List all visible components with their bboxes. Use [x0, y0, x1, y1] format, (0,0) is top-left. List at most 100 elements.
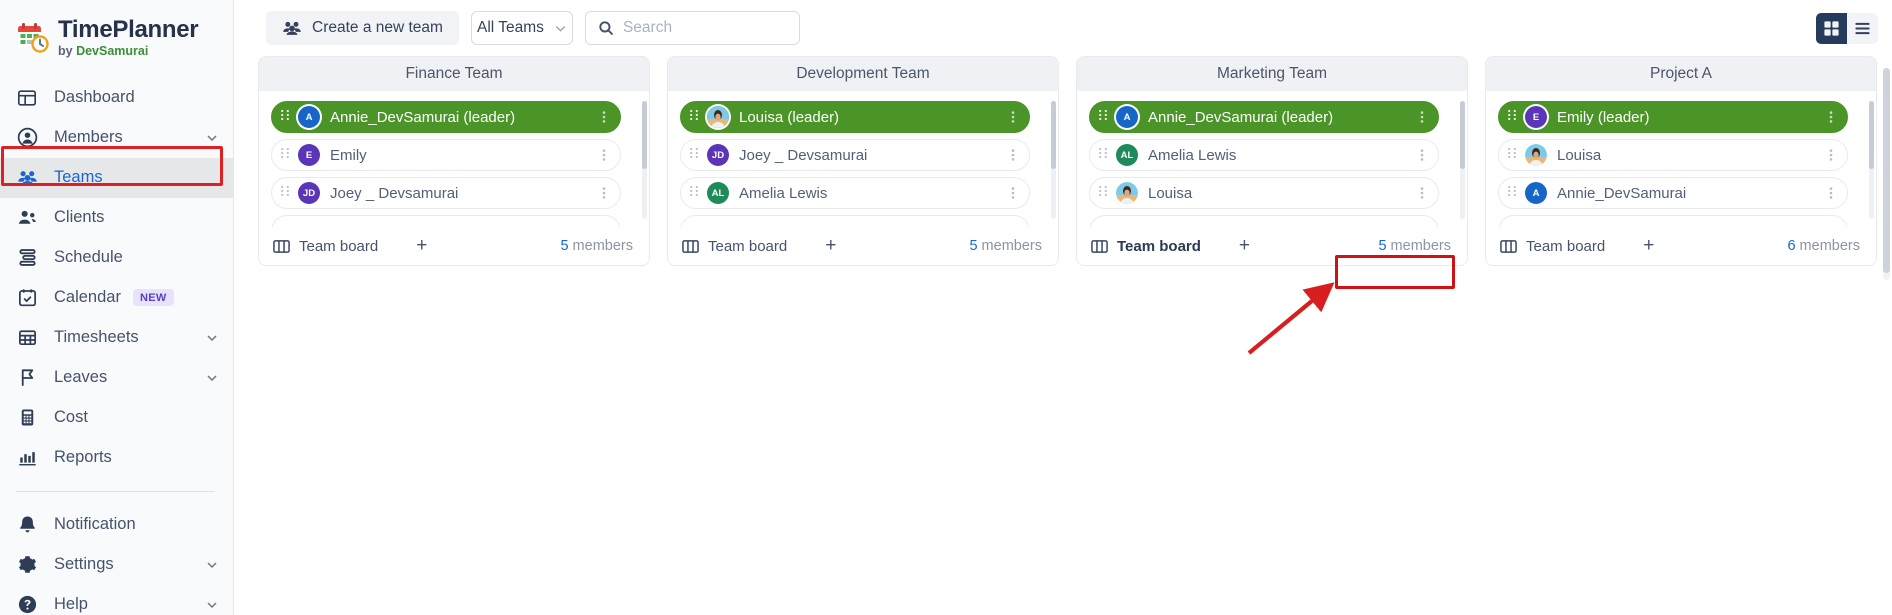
more-options-icon[interactable] [598, 186, 610, 200]
member-list-scrollbar[interactable] [1869, 101, 1874, 219]
team-member-row[interactable] [271, 215, 621, 227]
sidebar-nav: Dashboard Members Teams Clients Schedule… [0, 78, 233, 615]
drag-handle-icon[interactable] [280, 108, 292, 127]
more-options-icon[interactable] [1007, 148, 1019, 162]
sidebar-item-clients[interactable]: Clients [0, 198, 233, 238]
drag-handle-icon[interactable] [280, 184, 292, 203]
more-options-icon[interactable] [1825, 110, 1837, 124]
more-options-icon[interactable] [598, 148, 610, 162]
drag-handle-icon[interactable] [1098, 146, 1110, 165]
more-options-icon[interactable] [1825, 148, 1837, 162]
clients-icon [16, 207, 38, 229]
member-list-scrollbar[interactable] [1460, 101, 1465, 219]
sidebar-item-label: Members [54, 128, 123, 146]
team-board-button[interactable]: Team board [1500, 238, 1605, 255]
more-options-icon[interactable] [1416, 148, 1428, 162]
view-toggle [1816, 12, 1878, 44]
more-options-icon[interactable] [1007, 110, 1019, 124]
dashboard-icon [16, 87, 38, 109]
team-member-row[interactable] [680, 215, 1030, 227]
team-board-button[interactable]: Team board [273, 238, 378, 255]
list-view-icon[interactable] [1847, 12, 1878, 44]
team-member-row[interactable]: E Emily (leader) [1498, 101, 1848, 133]
team-member-row[interactable] [1498, 215, 1848, 227]
pointer-arrow-annotation [1247, 282, 1335, 355]
team-member-row[interactable]: A Annie_DevSamurai (leader) [1089, 101, 1439, 133]
sidebar-item-settings[interactable]: Settings [0, 545, 233, 585]
search-input[interactable] [622, 19, 787, 37]
drag-handle-icon[interactable] [280, 146, 292, 165]
teams-grid-area: Finance Team A Annie_DevSamurai (leader)… [234, 56, 1892, 266]
team-member-row[interactable]: A Annie_DevSamurai [1498, 177, 1848, 209]
create-new-team-button[interactable]: Create a new team [266, 11, 459, 45]
sidebar-item-members[interactable]: Members [0, 118, 233, 158]
sidebar-item-timesheets[interactable]: Timesheets [0, 318, 233, 358]
sidebar: TimePlanner by DevSamurai Dashboard Memb… [0, 0, 234, 615]
sidebar-item-label: Clients [54, 208, 105, 226]
sidebar-item-cost[interactable]: Cost [0, 398, 233, 438]
team-member-list: E Emily (leader) Louisa A Annie_DevSamur… [1486, 91, 1876, 227]
team-card: Project A E Emily (leader) Louisa A Anni… [1485, 56, 1877, 266]
team-member-row[interactable] [1089, 215, 1439, 227]
team-member-row[interactable]: A Annie_DevSamurai (leader) [271, 101, 621, 133]
chevron-down-icon[interactable] [205, 371, 219, 385]
sidebar-item-schedule[interactable]: Schedule [0, 238, 233, 278]
more-options-icon[interactable] [598, 110, 610, 124]
more-options-icon[interactable] [1416, 186, 1428, 200]
team-board-label: Team board [1117, 237, 1201, 255]
add-member-button[interactable]: + [825, 236, 836, 257]
team-filter-select[interactable]: All Teams [470, 11, 573, 45]
team-member-row[interactable]: JD Joey _ Devsamurai [680, 139, 1030, 171]
help-circle-icon [16, 594, 38, 615]
drag-handle-icon[interactable] [689, 146, 701, 165]
more-options-icon[interactable] [1416, 110, 1428, 124]
sidebar-item-label: Settings [54, 555, 114, 573]
add-member-button[interactable]: + [1643, 236, 1654, 257]
drag-handle-icon[interactable] [1098, 184, 1110, 203]
team-member-row[interactable]: JD Joey _ Devsamurai [271, 177, 621, 209]
search-box[interactable] [584, 11, 800, 45]
sidebar-item-leaves[interactable]: Leaves [0, 358, 233, 398]
board-icon [273, 238, 290, 255]
sidebar-item-dashboard[interactable]: Dashboard [0, 78, 233, 118]
drag-handle-icon[interactable] [689, 108, 701, 127]
teams-icon [16, 167, 38, 189]
drag-handle-icon[interactable] [1098, 108, 1110, 127]
add-member-button[interactable]: + [416, 236, 427, 257]
member-list-scrollbar[interactable] [642, 101, 647, 219]
team-member-row[interactable]: AL Amelia Lewis [680, 177, 1030, 209]
team-member-row[interactable]: AL Amelia Lewis [1089, 139, 1439, 171]
sidebar-item-calendar[interactable]: Calendar NEW [0, 278, 233, 318]
drag-handle-icon[interactable] [1507, 184, 1519, 203]
bell-icon [16, 514, 38, 536]
drag-handle-icon[interactable] [689, 184, 701, 203]
grid-view-icon[interactable] [1816, 12, 1847, 44]
avatar: JD [298, 182, 320, 204]
team-card-title: Project A [1486, 57, 1876, 91]
sidebar-item-reports[interactable]: Reports [0, 438, 233, 478]
sidebar-item-teams[interactable]: Teams [0, 157, 233, 198]
drag-handle-icon[interactable] [1507, 146, 1519, 165]
more-options-icon[interactable] [1825, 186, 1837, 200]
team-board-button[interactable]: Team board [682, 238, 787, 255]
chevron-down-icon[interactable] [205, 558, 219, 572]
chevron-down-icon[interactable] [205, 598, 219, 612]
chevron-down-icon [554, 22, 567, 35]
sidebar-item-label: Reports [54, 448, 112, 466]
chevron-down-icon[interactable] [205, 131, 219, 145]
brand-subtitle: by DevSamurai [58, 44, 149, 58]
member-list-scrollbar[interactable] [1051, 101, 1056, 219]
page-scrollbar[interactable] [1883, 68, 1890, 280]
team-member-row[interactable]: E Emily [271, 139, 621, 171]
team-member-row[interactable]: Louisa [1089, 177, 1439, 209]
more-options-icon[interactable] [1007, 186, 1019, 200]
add-member-button[interactable]: + [1239, 236, 1250, 257]
sidebar-item-help[interactable]: Help [0, 585, 233, 615]
sidebar-item-label: Schedule [54, 248, 123, 266]
sidebar-item-notification[interactable]: Notification [0, 505, 233, 545]
team-board-button[interactable]: Team board [1091, 238, 1201, 255]
team-member-row[interactable]: Louisa [1498, 139, 1848, 171]
chevron-down-icon[interactable] [205, 331, 219, 345]
team-member-row[interactable]: Louisa (leader) [680, 101, 1030, 133]
drag-handle-icon[interactable] [1507, 108, 1519, 127]
